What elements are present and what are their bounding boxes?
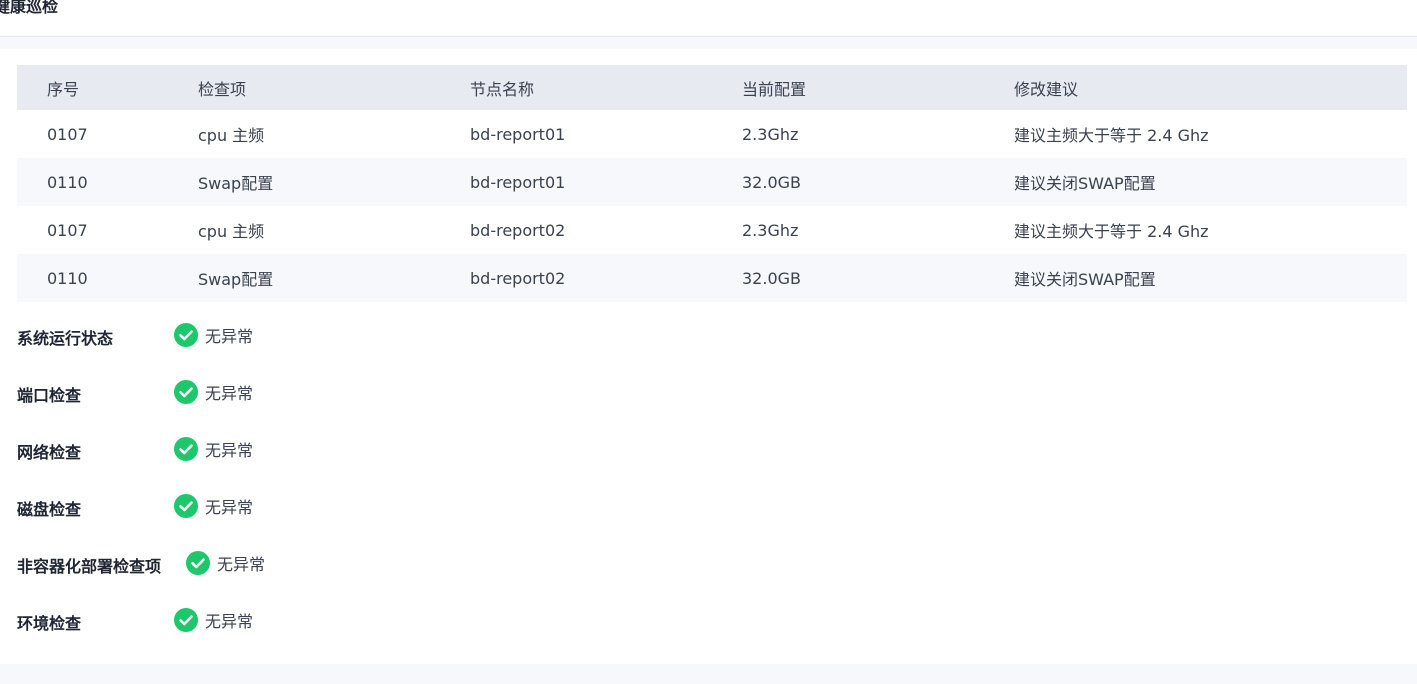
- table-header: 序号 检查项 节点名称 当前配置 修改建议: [17, 65, 1407, 110]
- column-header-node-name: 节点名称: [470, 79, 535, 99]
- check-row-disk: 磁盘检查 无异常: [17, 484, 1407, 541]
- status-text: 无异常: [217, 555, 266, 574]
- check-label: 非容器化部署检查项: [17, 557, 162, 576]
- check-circle-icon: [174, 437, 198, 461]
- cell-node-name: bd-report01: [470, 172, 566, 192]
- cell-suggestion: 建议主频大于等于 2.4 Ghz: [1014, 222, 1209, 241]
- check-row-environment: 环境检查 无异常: [17, 598, 1407, 655]
- table-row: 0110 Swap配置 bd-report01 32.0GB 建议关闭SWAP配…: [17, 158, 1407, 206]
- cell-node-name: bd-report02: [470, 268, 566, 288]
- check-label: 磁盘检查: [17, 500, 82, 519]
- status-text: 无异常: [205, 441, 254, 460]
- cell-current-config: 32.0GB: [742, 172, 801, 192]
- cell-check-item: cpu 主频: [198, 222, 265, 241]
- cell-suggestion: 建议关闭SWAP配置: [1014, 270, 1156, 289]
- check-status: 无异常: [174, 608, 253, 632]
- cell-index: 0107: [47, 220, 88, 240]
- check-label: 端口检查: [17, 386, 82, 405]
- column-header-suggestion: 修改建议: [1014, 79, 1079, 99]
- health-inspection-page: 健康巡检 序号 检查项 节点名称 当前配置 修改建议 0107 cpu 主频 b…: [0, 0, 1417, 684]
- cell-check-item: Swap配置: [198, 174, 274, 193]
- check-label: 系统运行状态: [17, 329, 114, 348]
- cell-index: 0110: [47, 268, 88, 288]
- check-label: 网络检查: [17, 443, 82, 462]
- status-text: 无异常: [205, 384, 254, 403]
- cell-index: 0107: [47, 124, 88, 144]
- table-row: 0107 cpu 主频 bd-report02 2.3Ghz 建议主频大于等于 …: [17, 206, 1407, 254]
- check-row-port: 端口检查 无异常: [17, 370, 1407, 427]
- column-header-check-item: 检查项: [198, 79, 247, 99]
- check-row-network: 网络检查 无异常: [17, 427, 1407, 484]
- main-content: 序号 检查项 节点名称 当前配置 修改建议 0107 cpu 主频 bd-rep…: [0, 49, 1417, 664]
- check-circle-icon: [174, 608, 198, 632]
- status-text: 无异常: [205, 327, 254, 346]
- cell-check-item: Swap配置: [198, 270, 274, 289]
- status-text: 无异常: [205, 498, 254, 517]
- check-status: 无异常: [186, 551, 265, 575]
- check-row-non-container-deploy: 非容器化部署检查项 无异常: [17, 541, 1407, 598]
- cell-suggestion: 建议关闭SWAP配置: [1014, 174, 1156, 193]
- table-row: 0110 Swap配置 bd-report02 32.0GB 建议关闭SWAP配…: [17, 254, 1407, 302]
- page-title: 健康巡检: [0, 0, 59, 16]
- check-circle-icon: [174, 494, 198, 518]
- check-row-system-status: 系统运行状态 无异常: [17, 313, 1407, 370]
- check-label: 环境检查: [17, 614, 82, 633]
- column-header-current-config: 当前配置: [742, 79, 807, 99]
- header-bar: 健康巡检: [0, 0, 1417, 37]
- check-status: 无异常: [174, 437, 253, 461]
- cell-current-config: 32.0GB: [742, 268, 801, 288]
- column-header-index: 序号: [47, 79, 80, 99]
- check-results-list: 系统运行状态 无异常 端口检查 无异常 网络检查 无异常 磁盘检查 无异常 非容…: [17, 313, 1407, 655]
- cell-node-name: bd-report01: [470, 124, 566, 144]
- check-circle-icon: [186, 551, 210, 575]
- cell-current-config: 2.3Ghz: [742, 220, 799, 240]
- cell-check-item: cpu 主频: [198, 126, 265, 145]
- cell-node-name: bd-report02: [470, 220, 566, 240]
- table-row: 0107 cpu 主频 bd-report01 2.3Ghz 建议主频大于等于 …: [17, 110, 1407, 158]
- check-status: 无异常: [174, 323, 253, 347]
- cell-index: 0110: [47, 172, 88, 192]
- check-circle-icon: [174, 380, 198, 404]
- check-circle-icon: [174, 323, 198, 347]
- cell-current-config: 2.3Ghz: [742, 124, 799, 144]
- check-status: 无异常: [174, 494, 253, 518]
- status-text: 无异常: [205, 612, 254, 631]
- cell-suggestion: 建议主频大于等于 2.4 Ghz: [1014, 126, 1209, 145]
- inspection-table: 序号 检查项 节点名称 当前配置 修改建议 0107 cpu 主频 bd-rep…: [17, 65, 1407, 302]
- check-status: 无异常: [174, 380, 253, 404]
